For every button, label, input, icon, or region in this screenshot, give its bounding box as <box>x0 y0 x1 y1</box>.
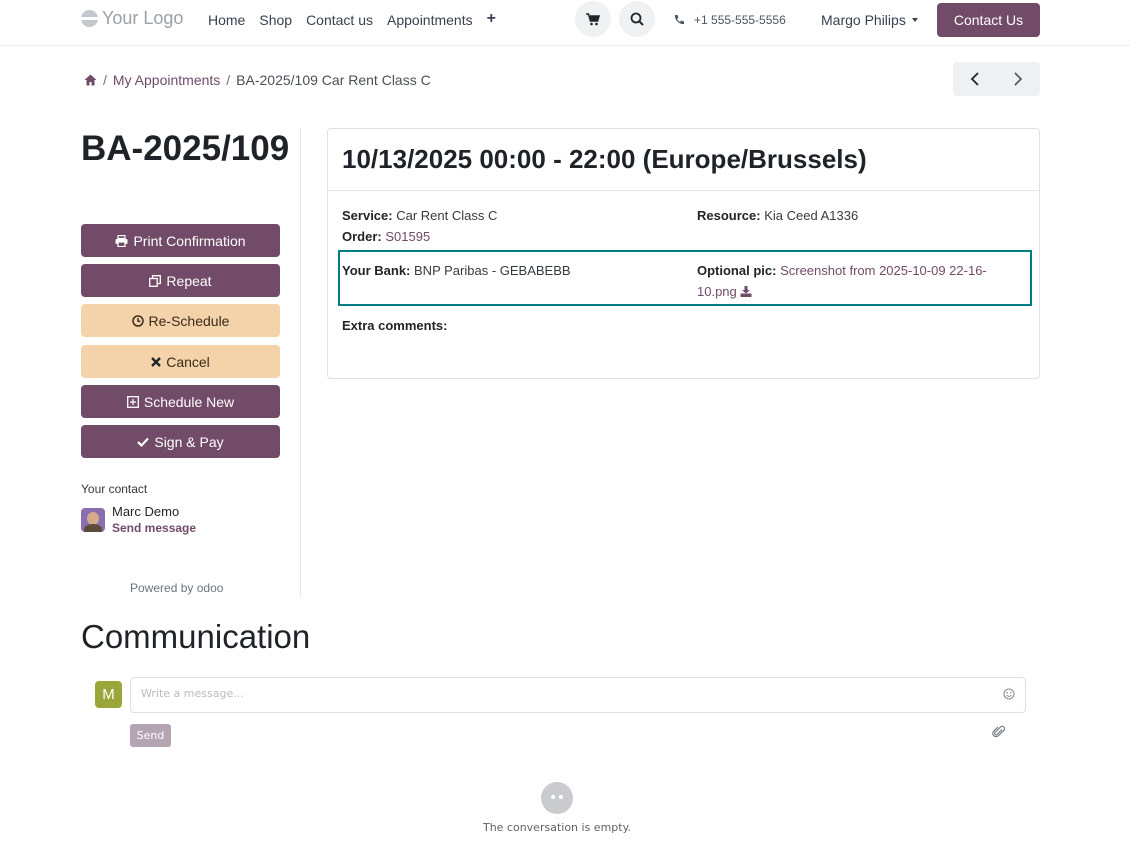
user-menu[interactable]: Margo Philips <box>821 12 918 28</box>
send-button[interactable]: Send <box>130 724 171 747</box>
plus-square-icon <box>126 395 139 408</box>
empty-conversation-text: The conversation is empty. <box>482 821 632 834</box>
times-icon <box>151 356 162 367</box>
print-icon <box>115 234 128 247</box>
user-name: Margo Philips <box>821 12 906 28</box>
download-icon[interactable] <box>740 286 752 297</box>
contact-avatar <box>81 508 105 532</box>
powered-by-label: Powered by <box>130 581 194 595</box>
paperclip-icon[interactable] <box>992 725 1006 739</box>
button-label: Repeat <box>166 272 212 289</box>
order-link[interactable]: S01595 <box>385 229 430 244</box>
service-value: Car Rent Class C <box>396 208 498 223</box>
appointment-datetime: 10/13/2025 00:00 - 22:00 (Europe/Brussel… <box>342 144 867 174</box>
copy-icon <box>149 274 162 287</box>
column-divider <box>300 128 301 597</box>
phone-link[interactable]: +1 555-555-5556 <box>673 13 786 27</box>
breadcrumb-current: BA-2025/109 Car Rent Class C <box>236 72 431 88</box>
nav-item-appointments[interactable]: Appointments <box>387 12 473 28</box>
extra-comments-field: Extra comments: <box>342 315 447 336</box>
cart-icon <box>586 12 600 25</box>
message-composer <box>130 677 1026 713</box>
send-message-link[interactable]: Send message <box>112 521 196 535</box>
caret-down-icon <box>911 18 918 22</box>
page-title: BA-2025/109 <box>81 129 290 168</box>
site-logo[interactable]: Your Logo <box>81 8 183 29</box>
resource-value: Kia Ceed A1336 <box>764 208 859 223</box>
breadcrumb: / My Appointments / BA-2025/109 Car Rent… <box>84 72 431 88</box>
order-label: Order: <box>342 229 382 244</box>
bank-value: BNP Paribas - GEBABEBB <box>414 263 571 278</box>
record-pager <box>953 62 1040 96</box>
logo-icon <box>81 10 98 27</box>
chevron-left-icon <box>970 72 979 86</box>
optional-pic-label: Optional pic: <box>697 263 777 278</box>
card-header: 10/13/2025 00:00 - 22:00 (Europe/Brussel… <box>328 129 1039 191</box>
user-avatar: M <box>95 681 122 708</box>
order-field: Order: S01595 <box>342 226 430 247</box>
resource-label: Resource: <box>697 208 761 223</box>
attachment-link-continued[interactable]: 10.png <box>697 284 737 299</box>
button-label: Schedule New <box>143 393 235 410</box>
message-input[interactable] <box>141 687 981 700</box>
repeat-button[interactable]: Repeat <box>81 264 280 297</box>
your-contact-label: Your contact <box>81 482 148 496</box>
breadcrumb-my-appointments[interactable]: My Appointments <box>113 72 220 88</box>
top-navbar: Your Logo Home Shop Contact us Appointme… <box>0 0 1130 46</box>
cart-button[interactable] <box>575 1 611 37</box>
button-label: Print Confirmation <box>133 232 246 249</box>
contact-name: Marc Demo <box>112 504 180 519</box>
chevron-right-icon <box>1014 72 1023 86</box>
service-field: Service: Car Rent Class C <box>342 205 497 226</box>
contact-us-button[interactable]: Contact Us <box>937 3 1040 37</box>
bank-field: Your Bank: BNP Paribas - GEBABEBB <box>342 260 571 281</box>
optional-pic-field: Optional pic: Screenshot from 2025-10-09… <box>697 260 1029 302</box>
nav-item-shop[interactable]: Shop <box>259 12 292 28</box>
bank-label: Your Bank: <box>342 263 411 278</box>
service-label: Service: <box>342 208 393 223</box>
main-menu: Home Shop Contact us Appointments + <box>208 11 496 29</box>
resource-field: Resource: Kia Ceed A1336 <box>697 205 858 226</box>
button-label: Sign & Pay <box>154 433 224 450</box>
phone-icon <box>674 15 684 25</box>
home-icon[interactable] <box>84 74 97 86</box>
check-icon <box>137 437 150 447</box>
search-button[interactable] <box>619 1 655 37</box>
reschedule-button[interactable]: Re-Schedule <box>81 304 280 337</box>
emoji-icon[interactable] <box>1003 688 1015 700</box>
button-label: Re-Schedule <box>148 312 230 329</box>
search-icon <box>630 12 644 26</box>
empty-conversation-icon <box>541 782 573 814</box>
odoo-logo: odoo <box>196 581 224 595</box>
print-confirmation-button[interactable]: Print Confirmation <box>81 224 280 257</box>
cancel-button[interactable]: Cancel <box>81 345 280 378</box>
communication-heading: Communication <box>81 618 311 655</box>
extra-comments-label: Extra comments: <box>342 318 448 333</box>
nav-item-contact-us[interactable]: Contact us <box>306 12 373 28</box>
appointment-card: 10/13/2025 00:00 - 22:00 (Europe/Brussel… <box>327 128 1040 379</box>
next-button[interactable] <box>997 62 1041 96</box>
powered-by[interactable]: Powered by odoo <box>130 581 223 595</box>
sign-pay-button[interactable]: Sign & Pay <box>81 425 280 458</box>
phone-number: +1 555-555-5556 <box>694 13 786 27</box>
schedule-new-button[interactable]: Schedule New <box>81 385 280 418</box>
nav-item-home[interactable]: Home <box>208 12 245 28</box>
previous-button[interactable] <box>953 62 997 96</box>
button-label: Cancel <box>166 353 210 370</box>
clock-icon <box>131 314 144 327</box>
attachment-link[interactable]: Screenshot from 2025-10-09 22-16- <box>780 263 987 278</box>
logo-text: Your Logo <box>102 8 184 28</box>
nav-add-button[interactable]: + <box>487 11 496 28</box>
